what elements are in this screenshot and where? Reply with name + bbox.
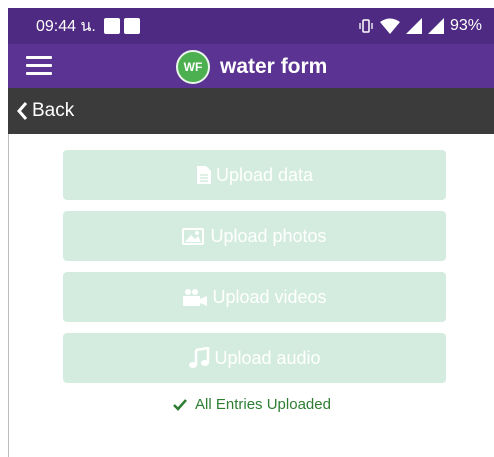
- upload-audio-label: Upload audio: [214, 347, 321, 368]
- signal-icon: [427, 18, 444, 34]
- wifi-icon: [379, 18, 400, 34]
- upload-data-button[interactable]: Upload data: [63, 150, 446, 200]
- upload-audio-button[interactable]: Upload audio: [63, 333, 446, 383]
- upload-status-text: All Entries Uploaded: [195, 396, 331, 413]
- notification-icon: [123, 18, 140, 34]
- brand: WF water form: [176, 50, 327, 84]
- notification-icon: [103, 18, 120, 34]
- upload-status: All Entries Uploaded: [9, 396, 494, 413]
- brand-logo: WF: [176, 50, 210, 84]
- upload-panel: Upload data Upload photos Upload videos …: [8, 134, 494, 457]
- back-button[interactable]: Back: [8, 88, 494, 134]
- upload-videos-button[interactable]: Upload videos: [63, 272, 446, 322]
- app-title: water form: [220, 55, 328, 78]
- back-chevron-icon: [17, 102, 28, 120]
- app-screen: 09:44 น. 93% WF water form Back Upload d…: [8, 8, 494, 457]
- app-bar: WF water form: [8, 44, 494, 88]
- video-camera-icon: [182, 287, 208, 307]
- vibrate-icon: [358, 18, 374, 34]
- battery-level: 93%: [449, 17, 482, 34]
- status-indicators: 93%: [358, 17, 482, 35]
- upload-photos-label: Upload photos: [210, 225, 327, 246]
- checkmark-icon: [173, 398, 187, 411]
- upload-videos-label: Upload videos: [212, 286, 327, 307]
- status-bar: 09:44 น. 93%: [8, 8, 494, 44]
- signal-icon: [405, 18, 422, 34]
- file-icon: [196, 165, 212, 185]
- upload-data-label: Upload data: [215, 164, 314, 185]
- menu-icon[interactable]: [26, 56, 52, 76]
- back-label: Back: [32, 100, 75, 121]
- image-icon: [182, 226, 206, 246]
- upload-photos-button[interactable]: Upload photos: [63, 211, 446, 261]
- status-time: 09:44 น.: [36, 17, 96, 35]
- music-note-icon: [188, 347, 210, 369]
